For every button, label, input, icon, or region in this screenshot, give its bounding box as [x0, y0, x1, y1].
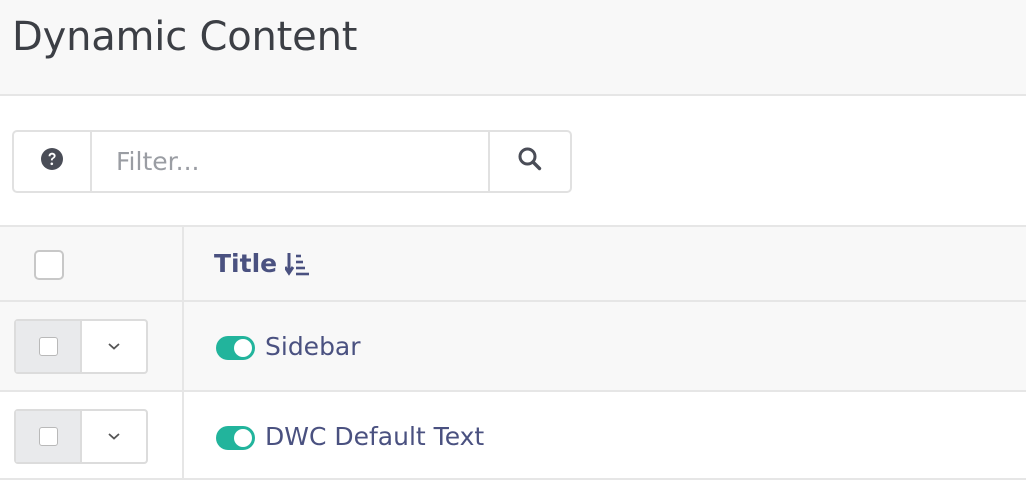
page-header: Dynamic Content — [0, 0, 1026, 96]
publish-toggle[interactable] — [216, 426, 255, 450]
item-title-link[interactable]: DWC Default Text — [265, 422, 484, 451]
item-title-link[interactable]: Sidebar — [265, 332, 361, 361]
content-table: Title Sidebar DWC Default Text — [0, 225, 1026, 480]
chevron-down-icon — [107, 338, 121, 356]
select-all-checkbox[interactable] — [34, 250, 64, 280]
help-button[interactable] — [14, 132, 92, 191]
checkbox-box — [38, 427, 58, 446]
row-actions — [14, 319, 148, 374]
column-divider — [182, 392, 184, 478]
table-row: Sidebar — [0, 300, 1026, 390]
search-button[interactable] — [490, 132, 570, 191]
title-column-label: Title — [214, 249, 278, 278]
title-column-header[interactable]: Title — [214, 249, 311, 278]
row-actions — [14, 409, 148, 464]
page-title: Dynamic Content — [12, 14, 358, 60]
checkbox-box — [38, 337, 58, 356]
column-divider — [182, 302, 184, 390]
filter-input[interactable] — [92, 132, 490, 191]
question-circle-icon — [40, 147, 64, 176]
row-options-dropdown[interactable] — [82, 321, 146, 372]
table-row: DWC Default Text — [0, 390, 1026, 480]
column-divider — [182, 227, 184, 300]
table-header-row: Title — [0, 225, 1026, 300]
filter-bar — [12, 130, 572, 193]
sort-descending-icon — [285, 251, 311, 277]
row-select-checkbox[interactable] — [16, 411, 82, 462]
search-icon — [517, 146, 543, 177]
chevron-down-icon — [107, 428, 121, 446]
row-options-dropdown[interactable] — [82, 411, 146, 462]
row-select-checkbox[interactable] — [16, 321, 82, 372]
publish-toggle[interactable] — [216, 336, 255, 360]
